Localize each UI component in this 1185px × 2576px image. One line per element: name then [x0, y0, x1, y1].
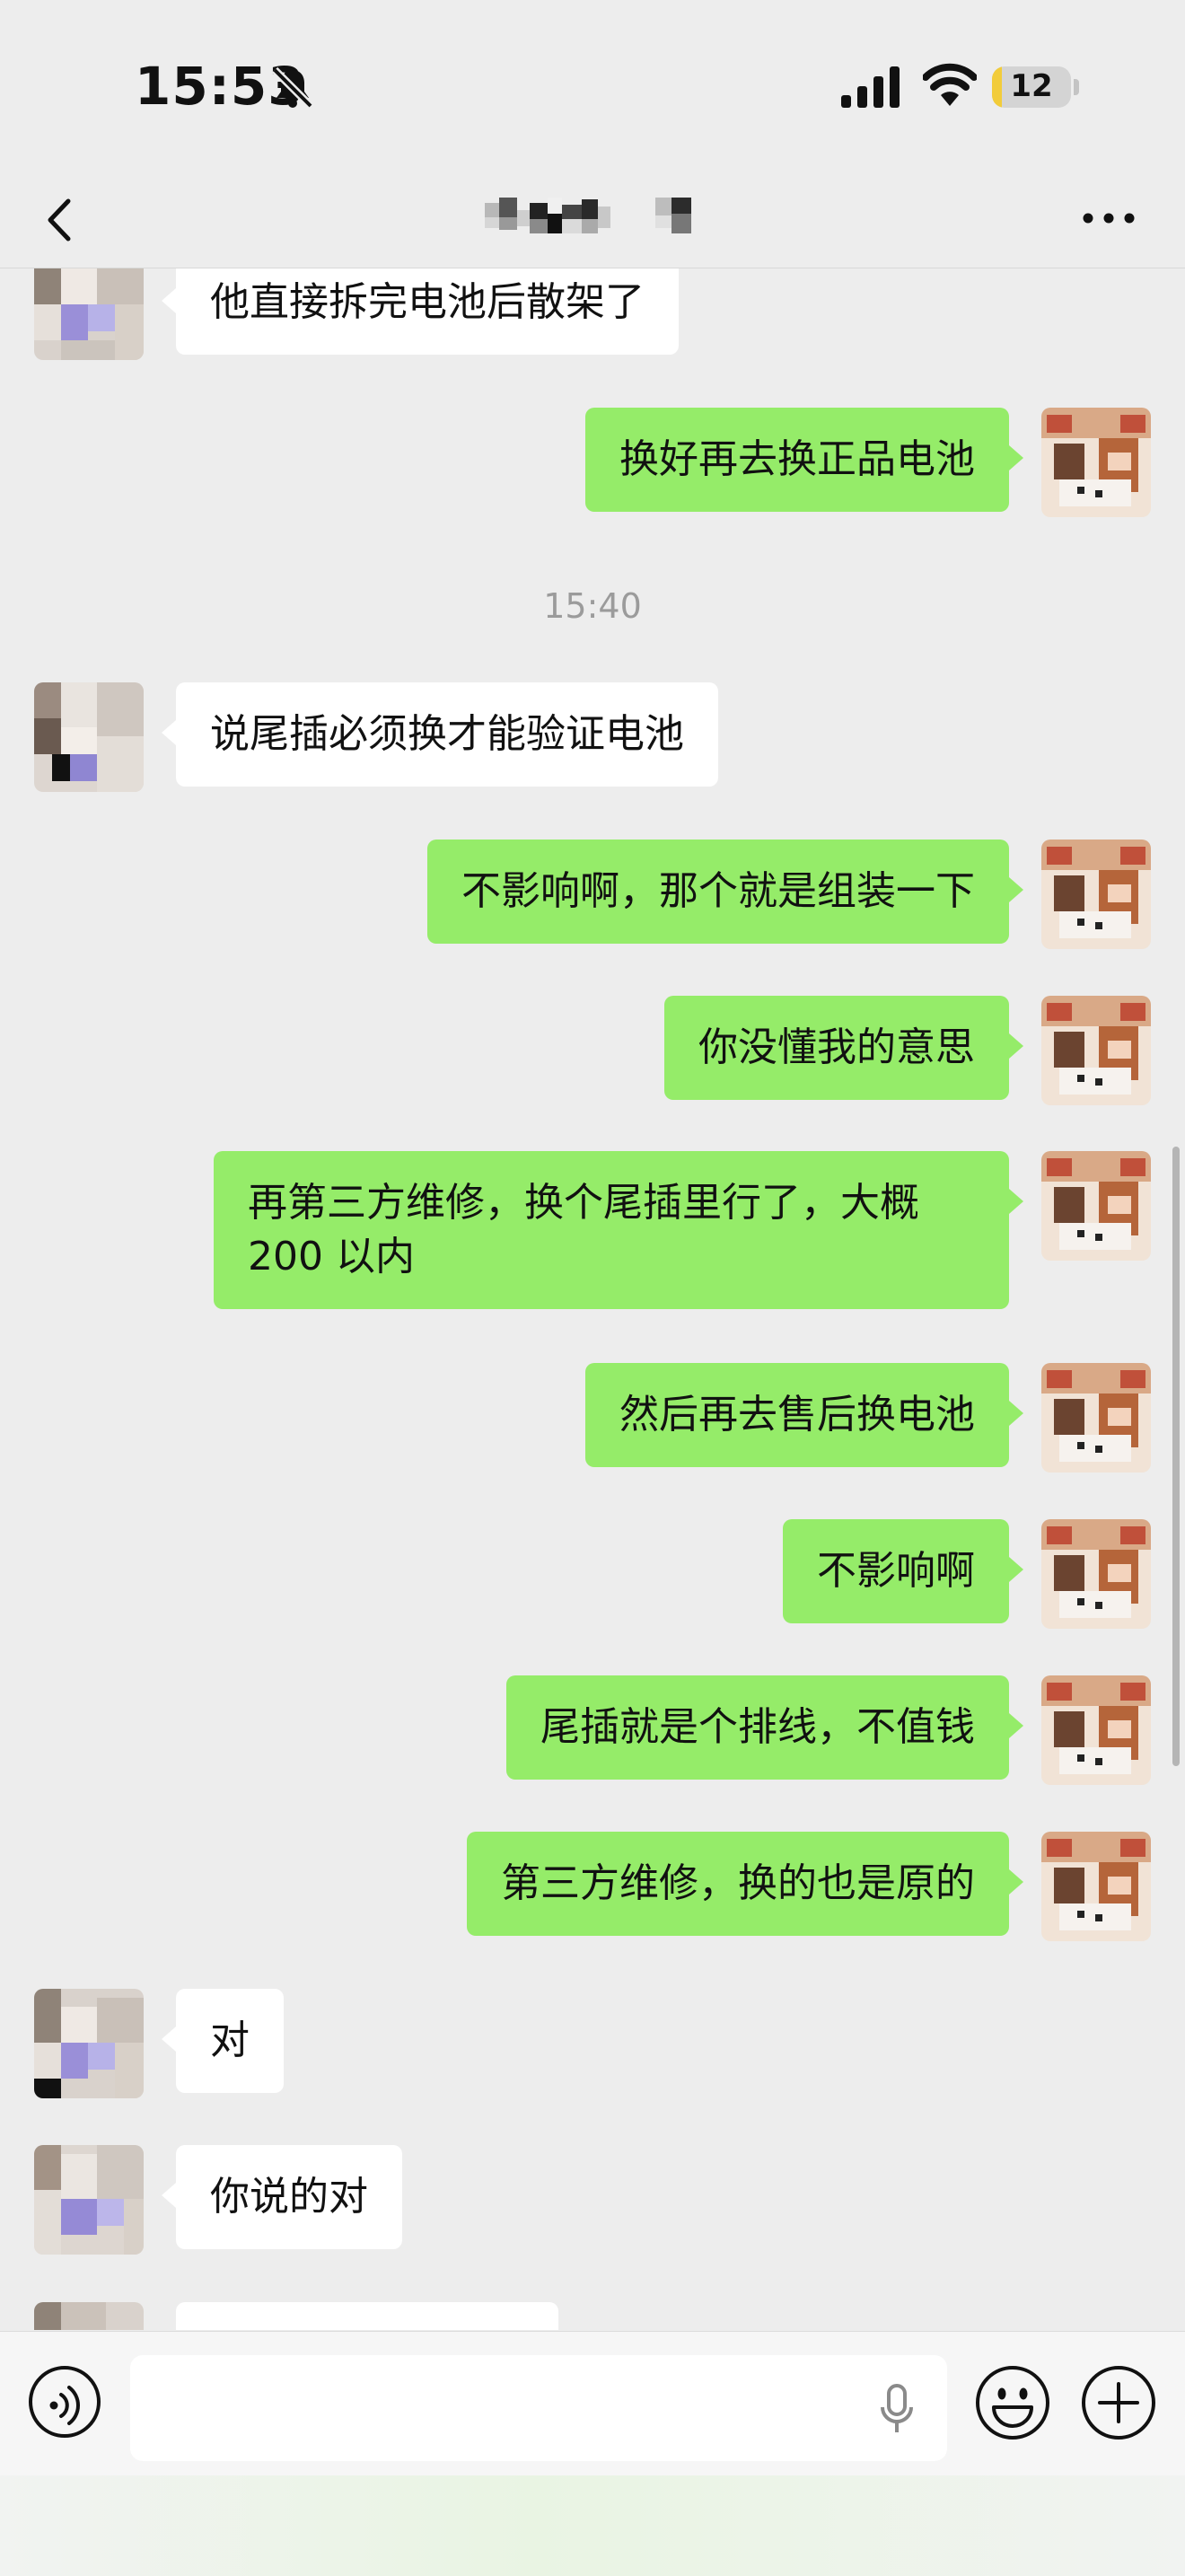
contact-avatar[interactable] — [34, 268, 144, 360]
my-avatar[interactable] — [1041, 996, 1151, 1105]
battery-indicator: 12 — [992, 66, 1071, 108]
outgoing-message-bubble[interactable]: 尾插就是个排线，不值钱 — [506, 1675, 1023, 1780]
plus-icon[interactable] — [1080, 2364, 1157, 2441]
my-avatar[interactable] — [1041, 1519, 1151, 1629]
my-avatar[interactable] — [1041, 1675, 1151, 1785]
home-indicator-area — [0, 2475, 1185, 2576]
battery-percentage: 12 — [1010, 68, 1053, 104]
muted-bell-icon — [271, 66, 314, 110]
message-input[interactable] — [130, 2355, 947, 2461]
my-avatar[interactable] — [1041, 1151, 1151, 1261]
message-timestamp: 15:40 — [543, 586, 642, 626]
status-bar: 15:53 12 — [0, 0, 1185, 171]
my-avatar[interactable] — [1041, 408, 1151, 517]
voice-input-icon[interactable] — [27, 2364, 102, 2440]
my-avatar[interactable] — [1041, 1363, 1151, 1473]
incoming-message-bubble[interactable]: 说尾插必须换才能验证电池 — [162, 682, 718, 787]
contact-avatar[interactable] — [34, 1989, 144, 2098]
microphone-icon[interactable] — [879, 2382, 915, 2436]
incoming-message-bubble[interactable]: 他直接拆完电池后散架了 — [162, 268, 679, 355]
incoming-message-bubble[interactable]: 你说的对 — [162, 2145, 402, 2249]
outgoing-message-bubble[interactable]: 再第三方维修，换个尾插里行了，大概 200 以内 — [214, 1151, 1023, 1309]
outgoing-message-bubble[interactable]: 然后再去售后换电池 — [585, 1363, 1023, 1467]
emoji-icon[interactable] — [974, 2364, 1051, 2441]
battery-cap — [1074, 79, 1079, 95]
chevron-left-icon[interactable] — [36, 189, 90, 251]
wifi-icon — [923, 63, 977, 106]
my-avatar[interactable] — [1041, 1832, 1151, 1941]
outgoing-message-bubble[interactable]: 不影响啊，那个就是组装一下 — [427, 840, 1023, 944]
contact-avatar[interactable] — [34, 2145, 144, 2255]
outgoing-message-bubble[interactable]: 不影响啊 — [783, 1519, 1023, 1623]
more-dots-icon[interactable] — [1077, 205, 1140, 232]
contact-avatar[interactable] — [34, 2302, 144, 2330]
scrollbar[interactable] — [1172, 1147, 1180, 1766]
chat-input-bar — [0, 2331, 1185, 2576]
incoming-message-bubble[interactable]: 对 — [162, 1989, 284, 2093]
outgoing-message-bubble[interactable]: 第三方维修，换的也是原的 — [467, 1832, 1023, 1936]
my-avatar[interactable] — [1041, 840, 1151, 949]
chat-title-pixelated — [485, 198, 691, 233]
chat-message-list[interactable]: 他直接拆完电池后散架了 换好再去换正品电池 15:40 说尾插必须换才能验证电池… — [0, 268, 1185, 2330]
incoming-message-bubble[interactable] — [176, 2302, 558, 2330]
contact-avatar[interactable] — [34, 682, 144, 792]
cellular-signal-icon — [841, 66, 900, 108]
outgoing-message-bubble[interactable]: 你没懂我的意思 — [664, 996, 1023, 1100]
outgoing-message-bubble[interactable]: 换好再去换正品电池 — [585, 408, 1023, 512]
chat-header — [0, 171, 1185, 268]
